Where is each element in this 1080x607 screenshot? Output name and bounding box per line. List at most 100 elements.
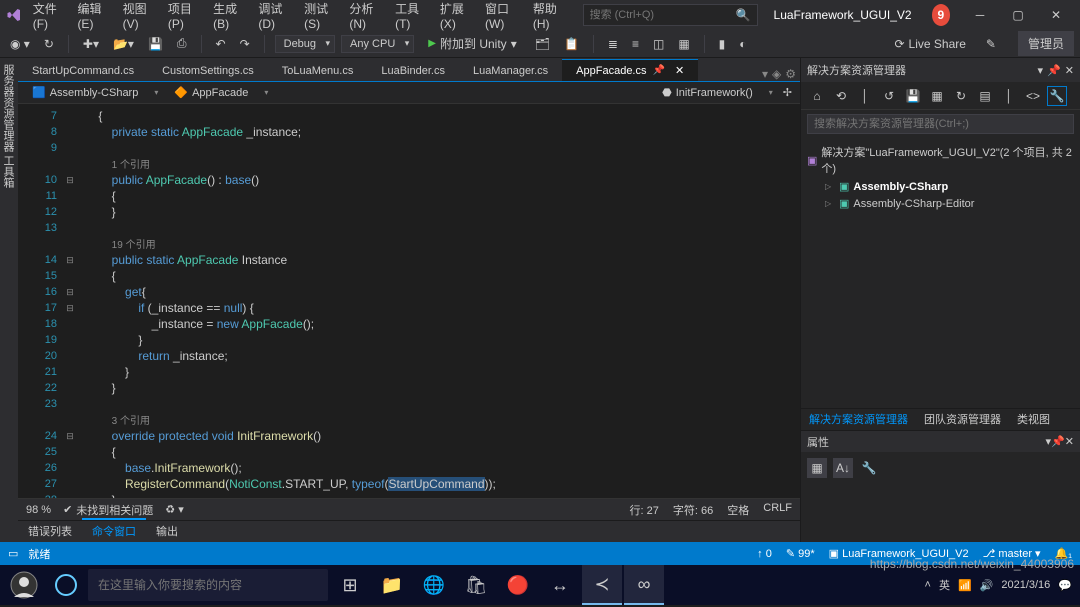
crumb-method[interactable]: ⬣ InitFramework() <box>656 84 779 101</box>
split-icon[interactable]: ✢ <box>783 86 792 99</box>
taskview-icon[interactable]: ⊞ <box>330 565 370 605</box>
branch-label[interactable]: ⎇ master ▾ <box>983 547 1041 560</box>
feedback-icon[interactable]: ✎ <box>982 35 1000 53</box>
tray-up-icon[interactable]: ˄ <box>925 579 931 591</box>
save-icon[interactable]: 💾 <box>903 86 923 106</box>
explorer-icon[interactable]: 📁 <box>372 565 412 605</box>
wrench-icon[interactable]: 🔧 <box>1047 86 1067 106</box>
code-editor[interactable]: 7891011121314151617181920212223242526272… <box>18 104 800 498</box>
panel-dropdown-icon[interactable]: ▾ <box>1038 64 1044 77</box>
sync-icon[interactable]: ↺ <box>879 86 899 106</box>
taskbar-search-input[interactable] <box>98 578 318 592</box>
nav-fwd-button[interactable]: ↻ <box>40 35 58 53</box>
wifi-icon[interactable]: 📶 <box>958 579 972 592</box>
chrome-icon[interactable]: 🔴 <box>498 565 538 605</box>
toolbar-icon[interactable]: ▮ <box>715 35 730 53</box>
tab-errorlist[interactable]: 错误列表 <box>18 520 82 542</box>
toolbar-icon[interactable]: ≡ <box>628 35 643 53</box>
menu-view[interactable]: 视图(V) <box>117 0 160 35</box>
solution-search-input[interactable] <box>807 114 1074 134</box>
transfer-icon[interactable]: ↔ <box>540 565 580 605</box>
panel-pin-icon[interactable]: 📌 <box>1047 64 1061 77</box>
tab-customsettings[interactable]: CustomSettings.cs <box>148 61 268 81</box>
redo-button[interactable]: ↷ <box>236 35 254 53</box>
clock[interactable]: 2021/3/16 <box>1001 579 1050 592</box>
open-button[interactable]: 📂▾ <box>109 35 138 53</box>
tab-team-explorer[interactable]: 团队资源管理器 <box>916 408 1009 430</box>
vs-icon[interactable]: ∞ <box>624 565 664 605</box>
menu-project[interactable]: 项目(P) <box>162 0 205 35</box>
crumb-class[interactable]: 🔶 AppFacade <box>168 84 652 101</box>
issues-dropdown[interactable]: ♻ ▾ <box>165 503 183 516</box>
close-icon[interactable]: ✕ <box>675 64 684 77</box>
add-to-source[interactable]: ↑ 0 <box>757 548 772 560</box>
toolbar-icon[interactable]: ▦ <box>674 35 693 53</box>
menu-window[interactable]: 窗口(W) <box>479 0 525 35</box>
indent-mode[interactable]: 空格 <box>727 502 749 518</box>
menu-test[interactable]: 测试(S) <box>298 0 341 35</box>
left-toolwindow-tabs[interactable]: 服务器资源管理器 工具箱 <box>0 58 18 542</box>
cortana-icon[interactable] <box>46 565 86 605</box>
view-icon[interactable]: <> <box>1023 86 1043 106</box>
avatar-icon[interactable] <box>4 571 44 599</box>
system-tray[interactable]: ˄ 英 📶 🔊 2021/3/16 💬 <box>925 577 1076 593</box>
tab-command[interactable]: 命令窗口 <box>82 518 146 542</box>
menu-help[interactable]: 帮助(H) <box>527 0 571 35</box>
tab-solution-explorer[interactable]: 解决方案资源管理器 <box>801 408 916 430</box>
issues-label[interactable]: ✔ 未找到相关问题 <box>63 502 153 518</box>
panel-pin-icon[interactable]: 📌 <box>1051 436 1065 448</box>
collapse-icon[interactable]: ⟲ <box>831 86 851 106</box>
tab-luamanager[interactable]: LuaManager.cs <box>459 61 562 81</box>
platform-combo[interactable]: Any CPU <box>341 35 414 53</box>
config-combo[interactable]: Debug <box>275 35 335 53</box>
menu-debug[interactable]: 调试(D) <box>252 0 296 35</box>
menu-extensions[interactable]: 扩展(X) <box>434 0 477 35</box>
liveshare-button[interactable]: ⟳ Live Share <box>894 37 965 51</box>
store-icon[interactable]: 🛍 <box>456 565 496 605</box>
taskbar-search[interactable] <box>88 569 328 601</box>
toolbar-icon[interactable]: ◫ <box>649 35 668 53</box>
toolbar-icon[interactable]: 📋 <box>560 35 583 53</box>
tab-dropdown-icon[interactable]: ▾ <box>762 67 768 81</box>
chevron-right-icon[interactable]: ▷ <box>825 199 835 208</box>
vscode-icon[interactable]: ≺ <box>582 565 622 605</box>
menu-build[interactable]: 生成(B) <box>207 0 250 35</box>
fold-gutter[interactable]: ⊟⊟⊟⊟⊟⊟⊟ <box>63 104 77 498</box>
menu-edit[interactable]: 编辑(E) <box>71 0 114 35</box>
toolbar-icon[interactable]: ≣ <box>604 35 622 53</box>
run-button[interactable]: 附加到 Unity ▾ <box>420 33 524 54</box>
properties-icon[interactable]: ▤ <box>975 86 995 106</box>
toolbar-icon[interactable]: 🗂 <box>531 35 554 53</box>
save-button[interactable]: 💾 <box>144 35 167 53</box>
tab-solution-icon[interactable]: ◈ <box>772 67 781 81</box>
chevron-right-icon[interactable]: ▷ <box>825 182 835 191</box>
tab-class-view[interactable]: 类视图 <box>1009 408 1058 430</box>
menu-tools[interactable]: 工具(T) <box>389 0 432 35</box>
tab-luabinder[interactable]: LuaBinder.cs <box>367 61 459 81</box>
bell-icon[interactable]: 🔔₁ <box>1055 547 1072 560</box>
zoom-level[interactable]: 98 % <box>26 504 51 516</box>
menu-file[interactable]: 文件(F) <box>27 0 70 35</box>
nav-back-button[interactable]: ◉ ▾ <box>6 35 34 53</box>
minimize-button[interactable]: ─ <box>962 1 998 29</box>
solution-tree[interactable]: ▣ 解决方案"LuaFramework_UGUI_V2"(2 个项目, 共 2 … <box>801 138 1080 408</box>
panel-close-icon[interactable]: ✕ <box>1065 436 1074 448</box>
source-text[interactable]: { private static AppFacade _instance; 1 … <box>77 104 800 498</box>
categorize-icon[interactable]: ▦ <box>807 458 827 478</box>
undo-button[interactable]: ↶ <box>212 35 230 53</box>
crumb-assembly[interactable]: 🟦 Assembly-CSharp <box>26 84 164 101</box>
project-assembly-csharp[interactable]: ▷ ▣ Assembly-CSharp <box>803 178 1078 195</box>
line-ending[interactable]: CRLF <box>763 502 792 518</box>
solution-root[interactable]: ▣ 解决方案"LuaFramework_UGUI_V2"(2 个项目, 共 2 … <box>803 142 1078 178</box>
close-button[interactable]: ✕ <box>1038 1 1074 29</box>
toolbar-icon[interactable]: ◐ <box>735 35 750 53</box>
tab-toluamenu[interactable]: ToLuaMenu.cs <box>268 61 368 81</box>
tab-settings-icon[interactable]: ⚙ <box>785 67 796 81</box>
tab-startup[interactable]: StartUpCommand.cs <box>18 61 148 81</box>
showall-icon[interactable]: ▦ <box>927 86 947 106</box>
tab-appfacade[interactable]: AppFacade.cs 📌 ✕ <box>562 59 698 81</box>
home-icon[interactable]: ⌂ <box>807 86 827 106</box>
output-icon[interactable]: ▭ <box>8 547 18 560</box>
edge-icon[interactable]: 🌐 <box>414 565 454 605</box>
pin-icon[interactable]: 📌 <box>653 65 665 76</box>
